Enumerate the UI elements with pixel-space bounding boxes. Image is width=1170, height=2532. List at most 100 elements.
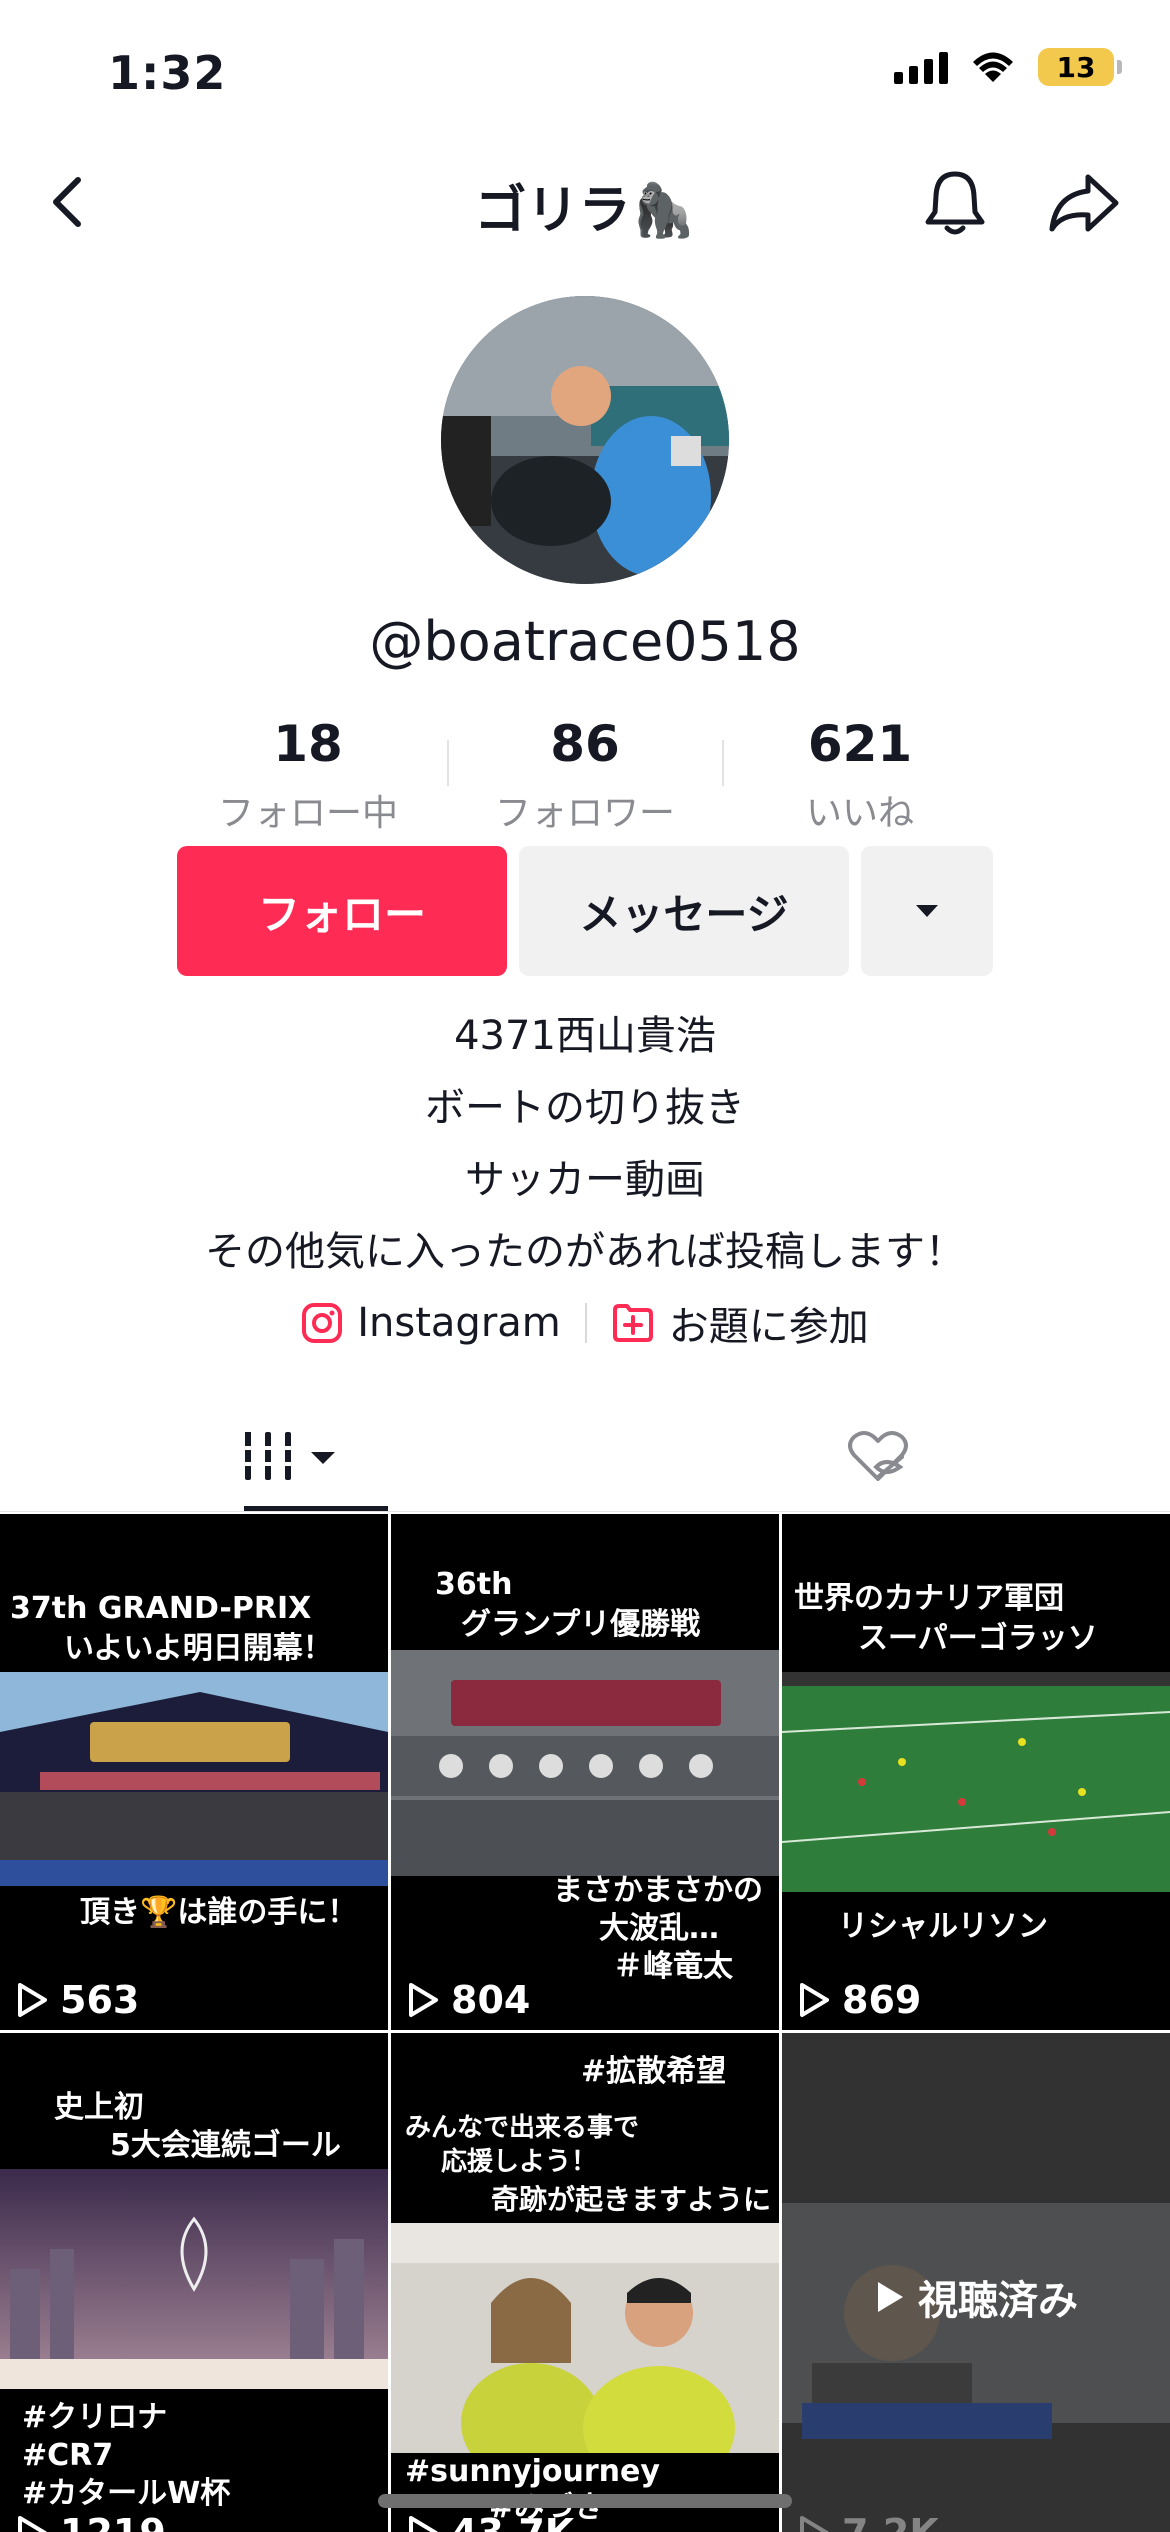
content-tabs [0,1400,1170,1512]
home-indicator[interactable] [378,2494,792,2508]
stat-followers[interactable]: 86 フォロワー [465,712,705,836]
video-caption-top: 36th [435,1567,513,1602]
view-count: 869 [842,1978,922,2022]
notification-bell-button[interactable] [920,168,990,238]
watched-label: 視聴済み [918,2278,1078,2324]
wifi-icon [973,52,1013,82]
video-tile-watched[interactable]: 視聴済み 7.2K [782,2033,1170,2532]
video-caption-top: #拡散希望 [581,2054,727,2089]
instagram-link[interactable]: Instagram [301,1300,561,1346]
video-thumbnail [782,1672,1170,1892]
profile-stats: 18 フォロー中 86 フォロワー 621 いいね [0,712,1170,834]
followers-count: 86 [550,715,620,773]
video-caption-top: 37th GRAND-PRIX [10,1591,312,1626]
bio-line: 4371西山貴浩 [454,1013,716,1059]
video-caption-top: いよいよ明日開幕！ [64,1631,333,1666]
status-icons: 13 [894,48,1122,86]
play-filled-icon [878,2282,903,2312]
active-tab-indicator [244,1506,388,1511]
instagram-label: Instagram [357,1300,561,1346]
video-caption-top: 奇跡が起きますように [491,2183,772,2216]
video-caption-top: グランプリ優勝戦 [461,1607,701,1642]
video-caption-bottom: #カタールW杯 [22,2476,231,2511]
video-caption-top: 5大会連続ゴール [110,2128,341,2163]
message-button[interactable]: メッセージ [519,846,849,976]
bio-line: サッカー動画 [465,1157,705,1203]
video-view-count: 43.7K [407,2511,574,2532]
share-arrow-icon [1049,174,1119,232]
video-caption-bottom: 頂き🏆は誰の手に！ [80,1895,358,1930]
view-count: 1219 [60,2511,166,2532]
watched-overlay: 視聴済み [782,2268,1170,2326]
suggested-accounts-button[interactable] [861,846,993,976]
tab-videos[interactable] [0,1400,585,1512]
play-icon [409,2516,438,2532]
tab-liked-videos[interactable] [585,1400,1170,1512]
profile-links: Instagram お題に参加 [0,1294,1170,1352]
battery-level: 13 [1056,50,1096,84]
video-caption-bottom: #CR7 [22,2438,114,2473]
video-caption-top: 史上初 [54,2090,144,2125]
video-caption-bottom: ＃峰竜太 [613,1949,733,1984]
video-view-count: 7.2K [798,2511,939,2532]
video-view-count: 869 [798,1978,921,2022]
likes-label: いいね [805,793,914,834]
video-view-count: 804 [407,1978,530,2022]
caret-down-icon [916,905,938,917]
video-caption-bottom: 大波乱… [599,1911,719,1946]
video-caption-top: 世界のカナリア軍団 [794,1581,1064,1616]
view-count: 804 [451,1978,531,2022]
challenge-link[interactable]: お題に参加 [611,1294,869,1352]
following-count: 18 [273,715,343,773]
video-tile[interactable]: #拡散希望 みんなで出来る事で 応援しよう！ 奇跡が起きますように #sunny… [391,2033,779,2532]
bio-line: ボートの切り抜き [425,1085,745,1131]
video-thumbnail [0,1672,388,1886]
play-icon [409,1983,438,2017]
video-caption-top: みんなで出来る事で [405,2113,640,2143]
video-thumbnail [0,2169,388,2389]
video-view-count: 1219 [16,2511,166,2532]
username: @boatrace0518 [369,610,801,673]
followers-label: フォロワー [494,793,675,834]
add-challenge-icon [612,1304,653,1342]
hidden-liked-heart-icon [847,1431,908,1481]
stat-divider [447,740,449,786]
video-thumbnail [391,2223,779,2453]
bio-line: その他気に入ったのがあれば投稿します！ [205,1229,965,1275]
view-count: 563 [60,1978,140,2022]
challenge-label: お題に参加 [668,1304,869,1350]
bell-icon [925,171,985,235]
share-button[interactable] [1044,168,1124,238]
profile-header: ゴリラ🦍 [0,150,1170,260]
video-caption-bottom: #sunnyjourney [405,2454,660,2489]
stat-likes[interactable]: 621 いいね [740,712,980,836]
battery-icon: 13 [1038,48,1122,86]
status-time: 1:32 [108,46,227,100]
following-label: フォロー中 [217,793,398,834]
instagram-icon [302,1303,343,1343]
link-divider [584,1303,587,1343]
avatar[interactable] [441,296,729,584]
video-caption-bottom: まさかまさかの [553,1873,763,1908]
video-tile[interactable]: 世界のカナリア軍団 スーパーゴラッソ リシャルリソン 869 [782,1514,1170,2030]
avatar-photo [441,296,729,584]
video-tile[interactable]: 史上初 5大会連続ゴール #クリロナ #CR7 #カタールW杯 1219 [0,2033,388,2532]
play-icon [800,2516,829,2532]
follow-button[interactable]: フォロー [177,846,507,976]
grid-menu-icon [242,1432,335,1480]
status-bar: 1:32 13 [0,0,1170,140]
play-icon [800,1983,829,2017]
profile-bio: 4371西山貴浩 ボートの切り抜き サッカー動画 その他気に入ったのがあれば投稿… [0,1000,1170,1288]
likes-count: 621 [807,715,913,773]
video-tile[interactable]: 36th グランプリ優勝戦 まさかまさかの 大波乱… ＃峰竜太 804 [391,1514,779,2030]
page-title: ゴリラ🦍 [474,181,696,241]
cellular-signal-icon [894,50,948,84]
video-thumbnail [391,1650,779,1876]
video-tile[interactable]: 37th GRAND-PRIX いよいよ明日開幕！ 頂き🏆は誰の手に！ 563 [0,1514,388,2030]
video-caption-top: 応援しよう！ [441,2147,598,2177]
video-view-count: 563 [16,1978,139,2022]
profile-actions: フォロー メッセージ [0,846,1170,976]
stat-following[interactable]: 18 フォロー中 [188,712,428,836]
view-count: 7.2K [842,2511,939,2532]
view-count: 43.7K [451,2511,574,2532]
